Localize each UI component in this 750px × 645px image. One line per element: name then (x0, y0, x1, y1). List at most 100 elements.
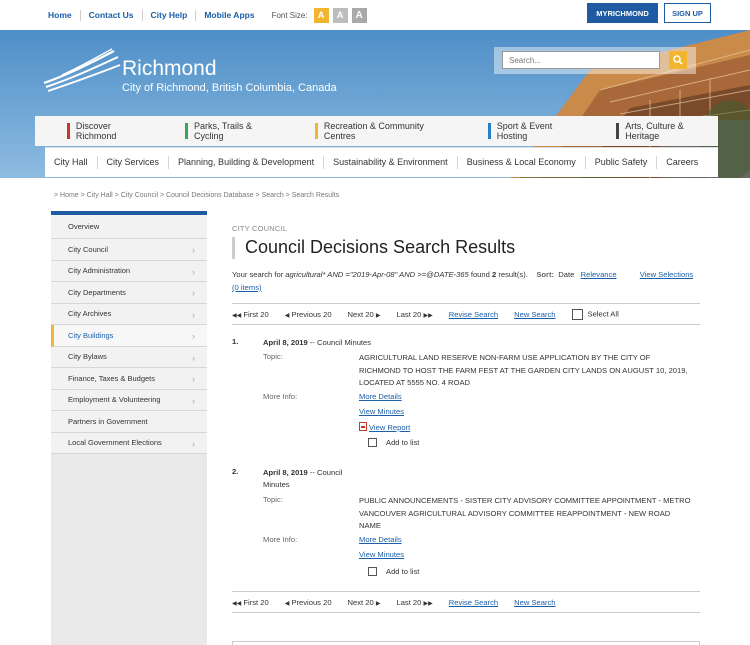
contact-us-link[interactable]: Contact Us (81, 9, 143, 21)
add-to-list[interactable]: Add to list (368, 438, 419, 447)
sidebar-item-city-departments[interactable]: City Departments › (51, 282, 207, 304)
nav-business[interactable]: Business & Local Economy (458, 156, 586, 169)
top-utility-bar: Home Contact Us City Help Mobile Apps Fo… (0, 0, 750, 30)
revise-search-link[interactable]: Revise Search (449, 310, 498, 319)
more-details-link[interactable]: More Details (359, 535, 402, 544)
myrichmond-button[interactable]: MYRICHMOND (587, 3, 658, 23)
select-all-checkbox[interactable] (571, 308, 583, 320)
mobile-apps-link[interactable]: Mobile Apps (196, 10, 262, 21)
sidebar-item-city-buildings[interactable]: City Buildings › (51, 325, 207, 347)
signup-button[interactable]: SIGN UP (664, 3, 711, 23)
sidebar-item-label: City Departments (68, 287, 126, 297)
new-search-link[interactable]: New Search (514, 310, 555, 319)
sidebar-item-label: City Council (68, 244, 109, 254)
sidebar-item-label: Overview (68, 222, 100, 231)
result-date: April 8, 2019 (263, 338, 308, 347)
logo-wordmark[interactable]: Richmond (122, 57, 217, 81)
search-button[interactable] (669, 51, 687, 69)
view-minutes-link[interactable]: View Minutes (359, 550, 404, 559)
nav-sport-event[interactable]: Sport & Event Hosting (487, 121, 583, 141)
search-input[interactable] (502, 51, 660, 69)
next-20-link[interactable]: Next 20 ▶ (348, 598, 381, 607)
nav-label: Arts, Culture & Heritage (625, 121, 684, 141)
nav-label: Parks, Trails & Cycling (194, 121, 253, 141)
result-number: 2. (232, 467, 239, 476)
results-pager-bottom: ◀◀ First 20 ◀ Previous 20 Next 20 ▶ Last… (232, 591, 700, 613)
city-help-link[interactable]: City Help (143, 9, 197, 21)
view-minutes-link[interactable]: View Minutes (359, 407, 404, 416)
first-label: First 20 (243, 309, 269, 319)
chevron-right-icon: › (192, 309, 195, 320)
nav-color-bar (185, 123, 189, 139)
nav-color-bar (487, 123, 491, 139)
nav-planning[interactable]: Planning, Building & Development (169, 156, 325, 169)
nav-recreation[interactable]: Recreation & Community Centres (314, 121, 455, 141)
last-20-link[interactable]: Last 20 ▶▶ (396, 598, 432, 607)
font-size-small-button[interactable]: A (313, 7, 329, 23)
sort-label: Sort: (536, 270, 555, 279)
nav-city-hall[interactable]: City Hall (45, 156, 98, 169)
previous-icon: ◀ (284, 312, 290, 319)
sidebar-item-label: City Administration (68, 266, 131, 276)
previous-20-link[interactable]: ◀ Previous 20 (285, 310, 332, 319)
chevron-right-icon: › (192, 352, 195, 363)
nav-label: Sport & Event Hosting (496, 121, 553, 141)
nav-parks-trails[interactable]: Parks, Trails & Cycling (185, 121, 282, 141)
sidebar-item-finance[interactable]: Finance, Taxes & Budgets › (51, 368, 207, 390)
next-icon: ▶ (375, 600, 381, 607)
summary-prefix: Your search for (232, 270, 286, 279)
site-search (494, 47, 696, 74)
font-size-medium-button[interactable]: A (332, 7, 348, 23)
last-20-link[interactable]: Last 20 ▶▶ (396, 310, 432, 319)
sidebar-item-label: Partners in Government (68, 416, 148, 426)
sidebar-item-overview[interactable]: Overview (51, 215, 207, 239)
nav-public-safety[interactable]: Public Safety (586, 156, 658, 169)
next-label: Next 20 (347, 597, 374, 607)
sidebar-item-employment[interactable]: Employment & Volunteering › (51, 389, 207, 411)
sidebar-item-city-administration[interactable]: City Administration › (51, 260, 207, 282)
sidebar-item-partners[interactable]: Partners in Government (51, 411, 207, 433)
nav-label: Recreation & Community Centres (323, 121, 424, 141)
sidebar-item-elections[interactable]: Local Government Elections › (51, 432, 207, 454)
view-report-label: View Report (369, 423, 411, 432)
last-icon: ▶▶ (423, 600, 433, 607)
summary-query: agricultural* AND ="2019-Apr-08" AND >=@… (285, 270, 469, 279)
first-20-link[interactable]: ◀◀ First 20 (232, 598, 269, 607)
sidebar-item-city-council[interactable]: City Council › (51, 239, 207, 261)
add-to-list-label: Add to list (386, 567, 420, 576)
previous-20-link[interactable]: ◀ Previous 20 (285, 598, 332, 607)
nav-discover-richmond[interactable]: Discover Richmond (67, 121, 152, 141)
sidebar-item-label: City Archives (68, 309, 112, 319)
breadcrumb[interactable]: > Home > City Hall > City Council > Coun… (54, 192, 339, 199)
utility-nav: Home Contact Us City Help Mobile Apps Fo… (40, 6, 371, 24)
result-item: 2. April 8, 2019 -- Council Minutes Topi… (232, 467, 702, 587)
nav-color-bar (314, 123, 318, 139)
revise-search-link[interactable]: Revise Search (449, 598, 498, 607)
sort-date-option[interactable]: Date (558, 270, 574, 279)
view-report-link[interactable]: View Report (359, 422, 410, 432)
select-all[interactable]: Select All (571, 308, 619, 320)
add-to-list-checkbox[interactable] (368, 567, 377, 576)
previous-label: Previous 20 (291, 309, 332, 319)
add-to-list[interactable]: Add to list (368, 567, 419, 576)
nav-arts-culture[interactable]: Arts, Culture & Heritage (616, 121, 718, 141)
topic-label: Topic: (263, 352, 283, 361)
sidebar-item-label: City Buildings (68, 330, 114, 340)
new-search-link[interactable]: New Search (514, 598, 555, 607)
sidebar-item-city-archives[interactable]: City Archives › (51, 303, 207, 325)
first-20-link[interactable]: ◀◀ First 20 (232, 310, 269, 319)
nav-sustainability[interactable]: Sustainability & Environment (324, 156, 458, 169)
nav-color-bar (67, 123, 70, 139)
sort-relevance-link[interactable]: Relevance (581, 270, 617, 279)
more-details-link[interactable]: More Details (359, 392, 402, 401)
more-info-label: More Info: (263, 535, 298, 544)
font-size-large-button[interactable]: A (351, 7, 367, 23)
nav-city-services[interactable]: City Services (98, 156, 170, 169)
nav-careers[interactable]: Careers (657, 156, 707, 169)
next-label: Next 20 (347, 309, 374, 319)
add-to-list-checkbox[interactable] (368, 438, 377, 447)
sidebar-item-city-bylaws[interactable]: City Bylaws › (51, 346, 207, 368)
chevron-right-icon: › (192, 374, 195, 384)
next-20-link[interactable]: Next 20 ▶ (348, 310, 381, 319)
home-link[interactable]: Home (40, 9, 81, 21)
